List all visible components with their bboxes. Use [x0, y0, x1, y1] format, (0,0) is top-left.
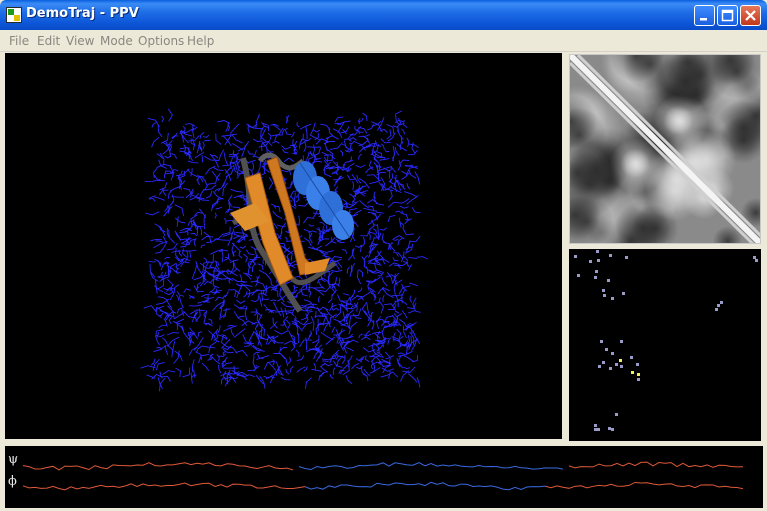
rama-point: [720, 301, 723, 304]
rama-point: [574, 255, 577, 258]
rama-point: [597, 428, 600, 431]
rama-point: [605, 348, 608, 351]
window-title: DemoTraj - PPV: [26, 6, 139, 21]
timeline-canvas: [22, 461, 744, 491]
menu-mode[interactable]: Mode: [100, 34, 133, 48]
rama-point: [603, 294, 606, 297]
rama-point: [577, 274, 580, 277]
maximize-button[interactable]: [717, 5, 738, 26]
rama-point: [755, 259, 758, 262]
menu-help[interactable]: Help: [187, 34, 214, 48]
menu-options[interactable]: Options: [138, 34, 184, 48]
ramachandran-canvas: [574, 250, 758, 431]
rama-point: [611, 428, 614, 431]
dihedral-trace: [304, 481, 546, 491]
distance-map-image[interactable]: [569, 54, 761, 244]
rama-highlight-point: [637, 373, 640, 376]
rama-point: [594, 424, 597, 427]
close-icon: [745, 10, 756, 21]
rama-point: [753, 256, 756, 259]
rama-point: [636, 363, 639, 366]
protein-ribbon: [230, 152, 354, 313]
rama-point: [615, 363, 618, 366]
rama-point: [620, 340, 623, 343]
rama-point: [602, 361, 605, 364]
water-box: [140, 108, 429, 392]
menu-view[interactable]: View: [66, 34, 94, 48]
rama-point: [622, 292, 625, 295]
maximize-icon: [721, 9, 734, 22]
rama-highlight-point: [631, 371, 634, 374]
rama-point: [589, 260, 592, 263]
rama-point: [630, 356, 633, 359]
rama-point: [715, 308, 718, 311]
molecule-3d-view[interactable]: [5, 53, 562, 439]
dihedral-trace: [22, 482, 306, 491]
ppv-app-icon[interactable]: [6, 7, 22, 23]
rama-point: [609, 367, 612, 370]
rama-point: [600, 340, 603, 343]
menu-file[interactable]: File: [9, 34, 29, 48]
rama-point: [717, 304, 720, 307]
dihedral-timeline[interactable]: ψ ϕ: [5, 446, 763, 508]
rama-point: [608, 427, 611, 430]
rama-point: [611, 297, 614, 300]
molecule-canvas[interactable]: [5, 53, 562, 439]
rama-point: [620, 365, 623, 368]
title-bar[interactable]: DemoTraj - PPV: [0, 0, 767, 30]
rama-highlight-point: [619, 359, 622, 362]
dihedral-trace: [298, 462, 564, 471]
rama-point: [609, 254, 612, 257]
rama-point: [611, 352, 614, 355]
rama-point: [625, 256, 628, 259]
minimize-icon: [700, 18, 707, 21]
rama-point: [602, 289, 605, 292]
ramachandran-plot[interactable]: [569, 249, 761, 441]
rama-point: [594, 428, 597, 431]
menu-edit[interactable]: Edit: [37, 34, 60, 48]
rama-point: [597, 259, 600, 262]
rama-point: [637, 378, 640, 381]
rama-point: [607, 279, 610, 282]
distance-map-canvas: [570, 55, 760, 243]
dihedral-trace: [568, 461, 744, 469]
dihedral-trace: [544, 481, 744, 490]
rama-point: [598, 365, 601, 368]
rama-point: [596, 250, 599, 253]
rama-point: [595, 270, 598, 273]
close-button[interactable]: [740, 5, 761, 26]
minimize-button[interactable]: [694, 5, 715, 26]
rama-point: [615, 413, 618, 416]
menu-bar: File Edit View Mode Options Help: [0, 30, 767, 52]
rama-point: [594, 276, 597, 279]
dihedral-trace: [22, 462, 294, 471]
